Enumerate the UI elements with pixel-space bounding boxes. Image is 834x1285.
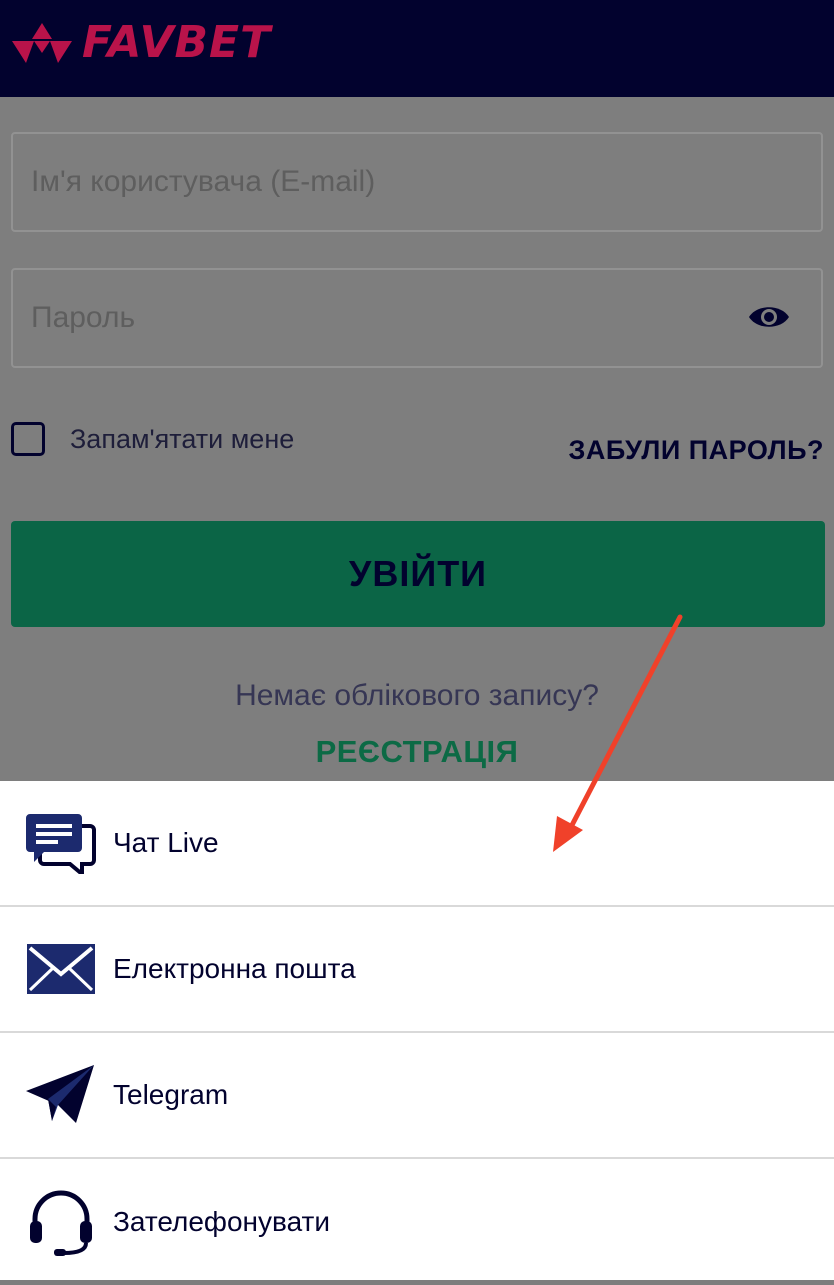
remember-label: Запам'ятати мене	[70, 423, 295, 454]
chat-icon	[26, 808, 96, 878]
password-field-container	[11, 268, 823, 368]
contact-item-label: Чат Live	[113, 827, 219, 858]
brand-name: FAVBET	[82, 17, 272, 68]
register-link[interactable]: РЕЄСТРАЦІЯ	[0, 734, 834, 770]
password-input[interactable]	[31, 270, 731, 366]
username-field-container	[11, 132, 823, 232]
contact-item-label: Telegram	[113, 1079, 229, 1110]
contact-item-telegram[interactable]: Telegram	[0, 1033, 834, 1159]
headset-icon	[26, 1187, 96, 1257]
telegram-icon	[26, 1060, 96, 1130]
login-form: Запам'ятати мене ЗАБУЛИ ПАРОЛЬ? УВІЙТИ Н…	[0, 97, 834, 781]
logo-emblem-icon	[12, 23, 72, 63]
contact-item-email[interactable]: Електронна пошта	[0, 907, 834, 1033]
username-input[interactable]	[31, 134, 731, 230]
remember-checkbox[interactable]	[11, 422, 45, 456]
eye-icon[interactable]	[747, 302, 791, 332]
forgot-password-link[interactable]: ЗАБУЛИ ПАРОЛЬ?	[569, 435, 825, 466]
contact-item-label: Електронна пошта	[113, 953, 356, 984]
contact-sheet: Чат Live Електронна пошта Telegram Зател…	[0, 781, 834, 1280]
envelope-icon	[26, 934, 96, 1004]
contact-item-call[interactable]: Зателефонувати	[0, 1159, 834, 1285]
login-button[interactable]: УВІЙТИ	[11, 521, 825, 627]
no-account-text: Немає облікового запису?	[235, 679, 599, 712]
brand-logo[interactable]: FAVBET	[12, 20, 271, 66]
app-header: FAVBET	[0, 0, 834, 97]
remember-me[interactable]: Запам'ятати мене	[11, 422, 294, 456]
contact-item-live-chat[interactable]: Чат Live	[0, 781, 834, 907]
contact-item-label: Зателефонувати	[113, 1206, 330, 1237]
